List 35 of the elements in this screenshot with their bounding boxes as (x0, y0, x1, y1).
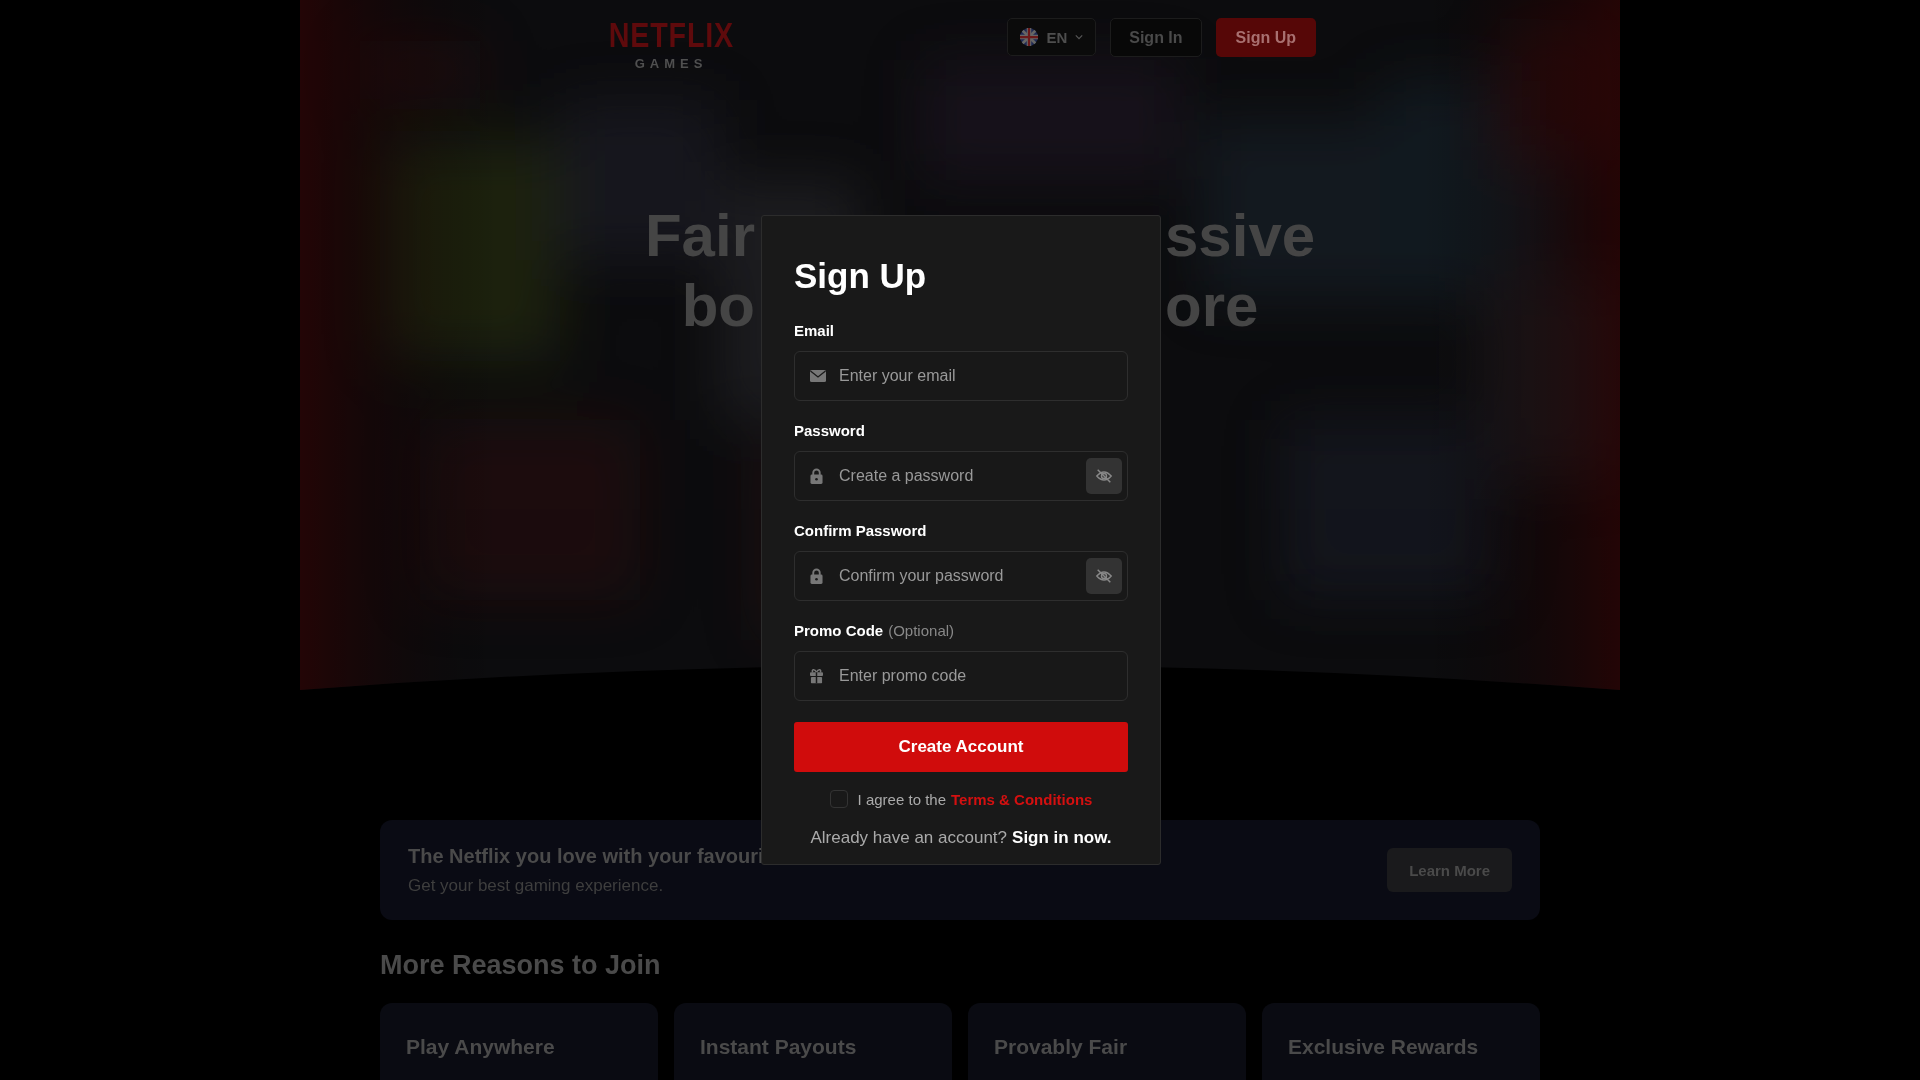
show-password-button[interactable] (1086, 558, 1122, 594)
input-field[interactable]: Enter your email (794, 351, 1128, 401)
terms-text: I agree to the (857, 790, 946, 808)
hero-heading: ore (1165, 271, 1259, 341)
input-field[interactable]: Enter promo code (794, 651, 1128, 701)
field-label: Password (794, 422, 865, 439)
input-field[interactable]: Create a password (794, 451, 1128, 501)
sign-up-button[interactable]: Sign Up (1215, 18, 1316, 57)
chevron-down-icon (1075, 34, 1084, 40)
eye-off-icon (1095, 467, 1113, 485)
terms-link[interactable]: Terms & Conditions (951, 790, 1093, 808)
card-title: Exclusive Rewards (1288, 1035, 1479, 1058)
field-label: Confirm Password (794, 522, 927, 539)
hero-heading: ssive (1165, 201, 1316, 271)
flag-icon (1020, 28, 1039, 46)
section-heading: More Reasons to Join (380, 950, 662, 981)
banner-title: The Netflix you love with your favouri (408, 844, 764, 868)
language-selector[interactable]: EN (1007, 18, 1097, 56)
dialog-title: Sign Up (794, 256, 928, 296)
card-title: Instant Payouts (700, 1035, 857, 1058)
hero-heading: bo (681, 271, 755, 341)
eye-off-icon (1095, 567, 1113, 585)
terms-checkbox[interactable] (829, 790, 848, 808)
card-title: Play Anywhere (406, 1035, 555, 1058)
input-field[interactable]: Confirm your password (794, 551, 1128, 601)
card-title: Provably Fair (994, 1035, 1128, 1058)
field-label: Promo Code (794, 622, 884, 639)
create-account-button[interactable]: Create Account (794, 722, 1128, 772)
field-label: Email (794, 322, 835, 339)
logo-subtitle: GAMES (634, 56, 708, 71)
sign-in-link[interactable]: Sign in now. (1012, 828, 1112, 848)
optional-note: (Optional) (888, 622, 955, 639)
show-password-button[interactable] (1086, 458, 1122, 494)
sign-in-prompt: Already have an account? (810, 828, 1008, 848)
sign-in-button[interactable]: Sign In (1110, 18, 1202, 57)
